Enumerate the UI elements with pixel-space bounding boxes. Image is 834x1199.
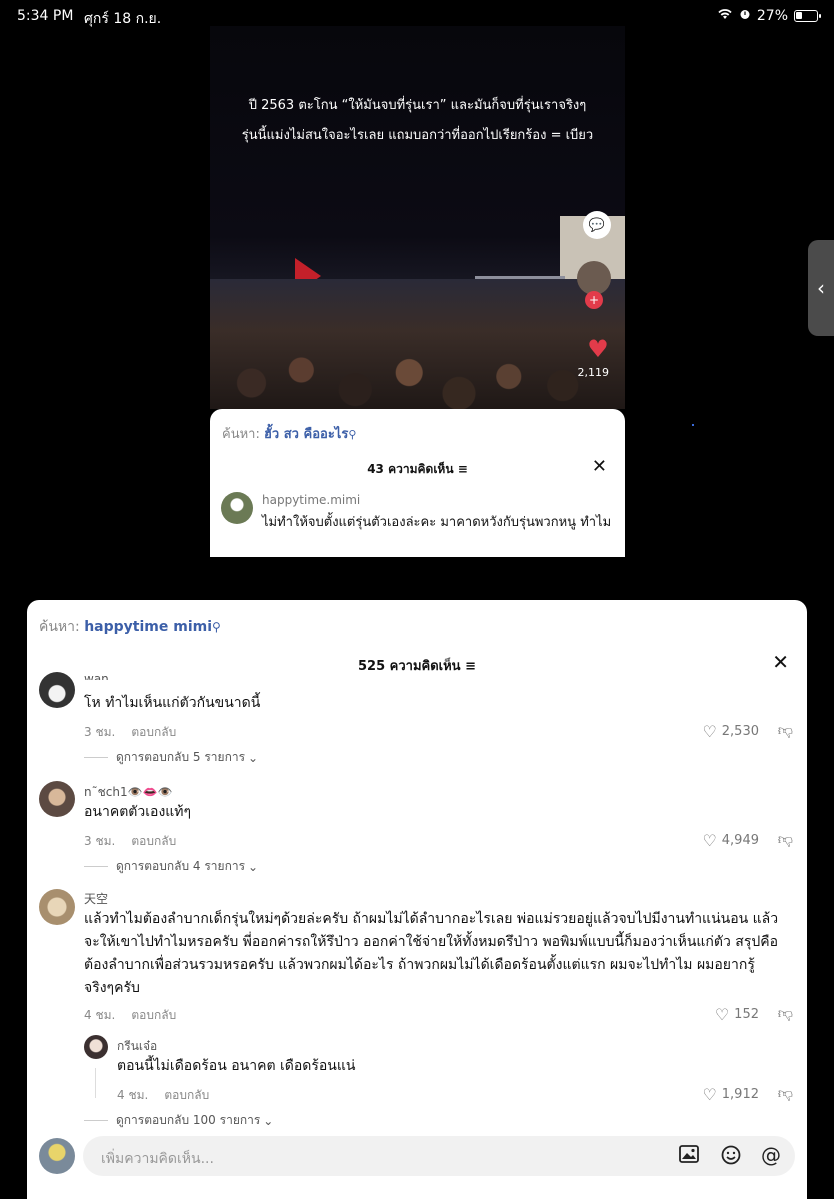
my-avatar[interactable] <box>39 1138 75 1174</box>
video-caption-line1: ปี 2563 ตะโกน “ให้มันจบที่รุ่นเรา” และมั… <box>248 98 587 113</box>
reply-thread-line <box>95 1068 96 1098</box>
comment-meta: 3 ชม. ตอบกลับ <box>84 834 177 848</box>
avatar[interactable] <box>39 889 75 925</box>
avatar[interactable] <box>39 672 75 708</box>
comment-sheet: ค้นหา: happytime mimi⚲ 525 ความคิดเห็น ≡… <box>27 600 807 1199</box>
sort-icon: ≡ <box>465 659 476 674</box>
chevron-down-icon: ⌄ <box>263 1113 274 1128</box>
emoji-icon[interactable] <box>721 1145 741 1170</box>
reply-username[interactable]: กรีนเจ๋อ <box>117 1037 157 1056</box>
avatar[interactable] <box>221 492 253 524</box>
chevron-down-icon: ⌄ <box>248 750 259 765</box>
dislike-icon[interactable]: 👎︎ <box>778 721 793 740</box>
creator-avatar[interactable] <box>577 261 611 295</box>
alarm-icon <box>739 8 751 24</box>
view-replies-button[interactable]: ดูการตอบกลับ 100 รายการ ⌄ <box>84 1111 273 1130</box>
status-time: 5:34 PM <box>17 8 74 24</box>
avatar[interactable] <box>84 1035 108 1059</box>
reply-button[interactable]: ตอบกลับ <box>164 1088 209 1102</box>
comment-text: อนาคตตัวเองแท้ๆ <box>84 804 192 820</box>
battery-percent: 27% <box>756 8 788 24</box>
image-icon[interactable] <box>679 1145 699 1168</box>
reply-button[interactable]: ตอบกลับ <box>131 725 176 739</box>
status-right: 27% <box>717 8 821 24</box>
close-icon[interactable]: ✕ <box>772 650 789 674</box>
search-term[interactable]: ฮั้ว สว คืออะไร <box>264 427 348 442</box>
comment-meta: 3 ชม. ตอบกลับ <box>84 725 177 739</box>
view-replies-button[interactable]: ดูการตอบกลับ 5 รายการ ⌄ <box>84 748 258 767</box>
heart-icon: ♡ <box>714 1005 730 1024</box>
crowd <box>210 279 625 409</box>
comment-text: ไม่ทำให้จบตั้งแต่รุ่นตัวเองล่ะคะ มาคาดหว… <box>262 515 612 530</box>
video-player[interactable]: ปี 2563 ตะโกน “ให้มันจบที่รุ่นเรา” และมั… <box>210 26 625 409</box>
comment-text: โห ทำไมเห็นแก่ตัวกันขนาดนี้ <box>84 695 261 711</box>
follow-plus-icon[interactable]: + <box>585 291 603 309</box>
like-button[interactable]: ♡ 152 <box>715 1005 759 1024</box>
comment-meta: 4 ชม. ตอบกลับ <box>84 1008 177 1022</box>
dislike-icon[interactable]: 👎︎ <box>778 1004 793 1023</box>
search-icon: ⚲ <box>348 428 357 441</box>
comment-item: wan โห ทำไมเห็นแก่ตัวกันขนาดนี้ 3 ชม. ตอบ… <box>27 672 807 773</box>
view-replies-button[interactable]: ดูการตอบกลับ 4 รายการ ⌄ <box>84 857 258 876</box>
sort-icon: ≡ <box>457 462 468 476</box>
reply-button[interactable]: ตอบกลับ <box>131 834 176 848</box>
like-button[interactable]: ♡ 2,530 <box>702 722 759 741</box>
comment-username[interactable]: happytime.mimi <box>262 493 360 507</box>
comment-username[interactable]: wan <box>84 672 109 680</box>
comment-count: 43 ความคิดเห็น ≡ <box>367 462 468 476</box>
comment-input-bar: เพิ่มความคิดเห็น... @ <box>27 1134 807 1190</box>
heart-icon[interactable]: ♥ <box>585 335 611 363</box>
heart-icon: ♡ <box>702 831 717 850</box>
reply-text: ตอนนี้ไม่เดือดร้อน อนาคต เดือดร้อนแน่ <box>117 1058 356 1074</box>
dislike-icon[interactable]: 👎︎ <box>778 830 793 849</box>
heart-icon: ♡ <box>702 1085 717 1104</box>
comment-item: 天空 แล้วทำไมต้องลำบากเด็กรุ่นใหม่ๆด้วยล่ะ… <box>27 889 807 1129</box>
battery-icon <box>794 10 821 22</box>
wifi-icon <box>717 8 733 24</box>
comment-username[interactable]: 天空 <box>84 890 108 907</box>
dislike-icon[interactable]: 👎︎ <box>778 1084 793 1103</box>
mention-icon[interactable]: @ <box>761 1143 781 1167</box>
comment-input-placeholder: เพิ่มความคิดเห็น... <box>101 1151 214 1167</box>
comment-bubble-icon[interactable]: 💬 <box>583 211 611 239</box>
search-label: ค้นหา: <box>39 619 80 635</box>
avatar[interactable] <box>39 781 75 817</box>
heart-icon: ♡ <box>702 722 717 741</box>
comment-input[interactable]: เพิ่มความคิดเห็น... @ <box>83 1136 795 1176</box>
comment-text: แล้วทำไมต้องลำบากเด็กรุ่นใหม่ๆด้วยล่ะครั… <box>84 911 779 996</box>
chevron-left-icon[interactable]: ‹ <box>808 240 834 336</box>
like-button[interactable]: ♡ 1,912 <box>702 1085 759 1104</box>
search-term[interactable]: happytime mimi <box>84 619 212 635</box>
status-date: ศุกร์ 18 ก.ย. <box>84 11 162 27</box>
close-icon[interactable]: ✕ <box>592 456 607 477</box>
search-suggestion[interactable]: ค้นหา: happytime mimi⚲ <box>39 616 221 638</box>
indicator-dot <box>692 424 694 426</box>
video-like-count: 2,119 <box>577 366 610 379</box>
search-label: ค้นหา: <box>222 427 260 442</box>
reply-meta: 4 ชม. ตอบกลับ <box>117 1088 210 1102</box>
comment-item: n˜ชch1👁️👄👁️ อนาคตตัวเองแท้ๆ 3 ชม. ตอบกลับ… <box>27 781 807 876</box>
reply-button[interactable]: ตอบกลับ <box>131 1008 176 1022</box>
video-comment-panel: ค้นหา: ฮั้ว สว คืออะไร⚲ 43 ความคิดเห็น ≡… <box>210 409 625 557</box>
like-button[interactable]: ♡ 4,949 <box>702 831 759 850</box>
comment-username[interactable]: n˜ชch1👁️👄👁️ <box>84 783 172 802</box>
comment-count: 525 ความคิดเห็น ≡ <box>357 659 476 674</box>
search-suggestion[interactable]: ค้นหา: ฮั้ว สว คืออะไร⚲ <box>222 423 356 444</box>
video-caption-line2: รุ่นนี้แม่งไม่สนใจอะไรเลย แถมบอกว่าที่ออ… <box>241 128 594 143</box>
chevron-down-icon: ⌄ <box>248 859 259 874</box>
search-icon: ⚲ <box>212 620 221 634</box>
